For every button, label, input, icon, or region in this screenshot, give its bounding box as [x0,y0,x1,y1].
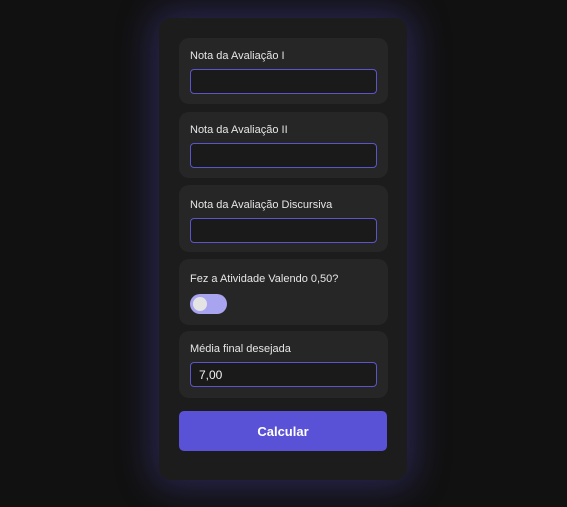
avaliacao-1-input[interactable] [190,69,377,94]
field-media-desejada-label: Média final desejada [190,343,291,355]
field-avaliacao-1-label: Nota da Avaliação I [190,50,285,62]
page: Nota da Avaliação I Nota da Avaliação II… [0,0,567,507]
field-atividade-label: Fez a Atividade Valendo 0,50? [190,273,339,285]
field-avaliacao-1: Nota da Avaliação I [179,38,388,104]
calculator-card: Nota da Avaliação I Nota da Avaliação II… [159,18,407,480]
field-media-desejada: Média final desejada [179,331,388,398]
field-avaliacao-2-label: Nota da Avaliação II [190,124,288,136]
avaliacao-discursiva-input[interactable] [190,218,377,243]
toggle-knob [193,297,207,311]
calcular-button[interactable]: Calcular [179,411,387,451]
field-avaliacao-2: Nota da Avaliação II [179,112,388,178]
field-atividade: Fez a Atividade Valendo 0,50? [179,259,388,325]
field-avaliacao-discursiva-label: Nota da Avaliação Discursiva [190,199,333,211]
avaliacao-2-input[interactable] [190,143,377,168]
atividade-toggle[interactable] [190,294,227,314]
media-desejada-input[interactable] [190,362,377,387]
field-avaliacao-discursiva: Nota da Avaliação Discursiva [179,185,388,252]
